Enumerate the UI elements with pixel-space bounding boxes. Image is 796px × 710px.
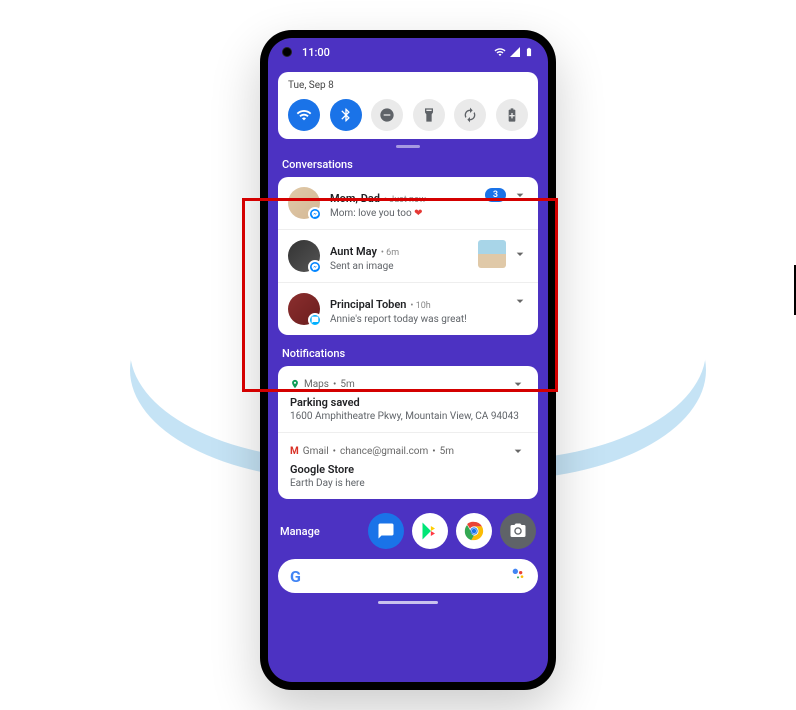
bluetooth-icon: [338, 107, 354, 123]
avatar: [288, 187, 320, 219]
dock-row: Manage: [268, 507, 548, 555]
chrome-app-icon[interactable]: [456, 513, 492, 549]
messages-badge-icon: [308, 313, 322, 327]
qs-rotate-tile[interactable]: [454, 99, 486, 131]
nav-handle[interactable]: [268, 599, 548, 608]
manage-button[interactable]: Manage: [280, 525, 320, 538]
rotate-icon: [462, 107, 478, 123]
heart-icon: ❤: [414, 208, 422, 219]
chevron-down-icon[interactable]: [512, 187, 528, 203]
notification-item[interactable]: Maps • 5m Parking saved 1600 Amphitheatr…: [278, 366, 538, 433]
notif-title: Parking saved: [290, 396, 526, 409]
camera-app-icon[interactable]: [500, 513, 536, 549]
notif-app-name: Gmail: [303, 446, 329, 457]
conversation-message: Sent an image: [330, 261, 468, 272]
notif-body: Earth Day is here: [290, 478, 526, 489]
avatar: [288, 240, 320, 272]
notif-app-name: Maps: [304, 379, 329, 390]
image-thumbnail: [478, 240, 506, 268]
conversation-item[interactable]: Aunt May • 6m Sent an image: [278, 230, 538, 283]
battery-saver-icon: [504, 107, 520, 123]
notification-item[interactable]: M Gmail • chance@gmail.com • 5m Google S…: [278, 433, 538, 499]
conversation-time: • Just now: [384, 195, 426, 205]
notif-meta: chance@gmail.com: [340, 446, 428, 457]
messenger-badge-icon: [308, 207, 322, 221]
chevron-down-icon[interactable]: [510, 376, 526, 392]
qs-bluetooth-tile[interactable]: [330, 99, 362, 131]
assistant-icon[interactable]: [510, 566, 526, 586]
search-bar[interactable]: G: [278, 559, 538, 593]
messenger-badge-icon: [308, 260, 322, 274]
conversation-message: Annie's report today was great!: [330, 314, 502, 325]
wifi-icon: [494, 46, 506, 58]
conversations-card: Mom, Dad • Just now Mom: love you too ❤ …: [278, 177, 538, 335]
notif-title: Google Store: [290, 463, 526, 476]
chevron-down-icon[interactable]: [512, 246, 528, 262]
notifications-card: Maps • 5m Parking saved 1600 Amphitheatr…: [278, 366, 538, 499]
conversation-item[interactable]: Principal Toben • 10h Annie's report tod…: [278, 283, 538, 335]
maps-pin-icon: [290, 379, 300, 389]
conversation-title: Mom, Dad: [330, 192, 380, 205]
dnd-icon: [379, 107, 395, 123]
conversation-title: Aunt May: [330, 245, 377, 258]
wifi-icon: [296, 107, 312, 123]
notifications-header: Notifications: [268, 343, 548, 366]
statusbar-time: 11:00: [302, 46, 330, 59]
notif-body: 1600 Amphitheatre Pkwy, Mountain View, C…: [290, 411, 526, 422]
conversation-time: • 10h: [410, 301, 430, 311]
play-store-app-icon[interactable]: [412, 513, 448, 549]
conversations-header: Conversations: [268, 154, 548, 177]
qs-wifi-tile[interactable]: [288, 99, 320, 131]
conversation-title: Principal Toben: [330, 298, 406, 311]
camera-hole: [282, 47, 292, 57]
qs-date: Tue, Sep 8: [288, 80, 528, 91]
qs-dnd-tile[interactable]: [371, 99, 403, 131]
signal-icon: [509, 46, 521, 58]
flashlight-icon: [421, 107, 437, 123]
conversation-item[interactable]: Mom, Dad • Just now Mom: love you too ❤ …: [278, 177, 538, 230]
notif-time: 5m: [340, 379, 354, 390]
avatar: [288, 293, 320, 325]
notif-time: 5m: [440, 446, 454, 457]
messages-app-icon[interactable]: [368, 513, 404, 549]
chevron-down-icon[interactable]: [512, 293, 528, 309]
qs-flashlight-tile[interactable]: [413, 99, 445, 131]
drag-handle[interactable]: [268, 145, 548, 148]
gmail-icon: M: [290, 446, 299, 457]
phone-device: 11:00 Tue, Sep 8: [260, 30, 556, 690]
google-logo-icon: G: [290, 567, 301, 586]
phone-screen: 11:00 Tue, Sep 8: [268, 38, 548, 682]
qs-battery-tile[interactable]: [496, 99, 528, 131]
battery-icon: [524, 46, 534, 58]
conversation-time: • 6m: [381, 248, 399, 258]
chevron-down-icon[interactable]: [510, 443, 526, 459]
unread-count-badge: 3: [485, 188, 506, 202]
statusbar: 11:00: [268, 38, 548, 66]
quick-settings-panel: Tue, Sep 8: [278, 72, 538, 139]
conversation-message: Mom: love you too ❤: [330, 208, 475, 219]
